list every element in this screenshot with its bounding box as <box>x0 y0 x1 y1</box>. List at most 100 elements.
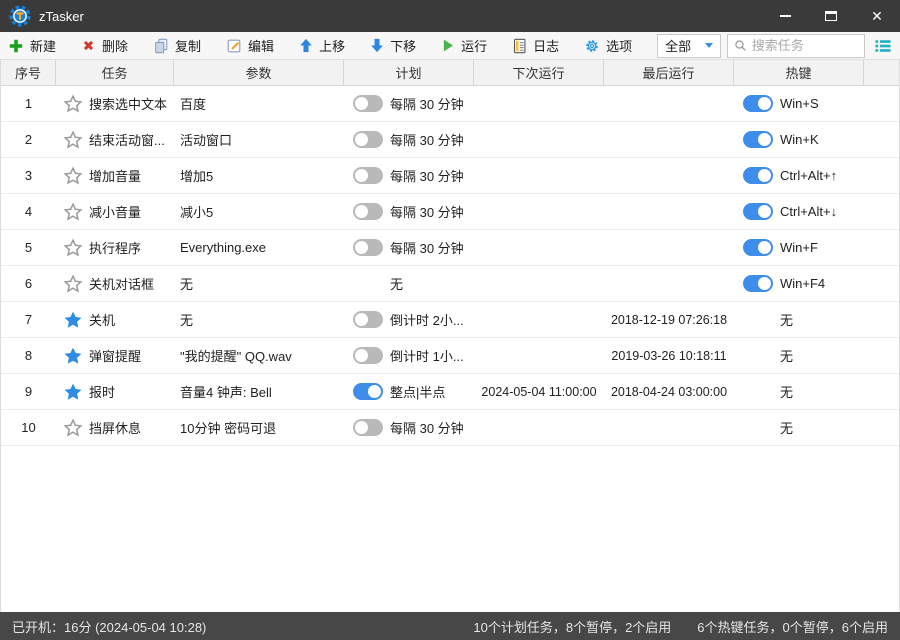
next-run <box>474 302 604 337</box>
hotkey-toggle[interactable] <box>743 239 773 256</box>
maximize-button[interactable] <box>808 0 854 32</box>
schedule-toggle[interactable] <box>353 311 383 328</box>
maximize-icon <box>825 11 837 21</box>
schedule-toggle[interactable] <box>353 383 383 400</box>
hotkey-label: Win+K <box>780 132 819 147</box>
hotkey-label: Win+S <box>780 96 819 111</box>
schedule-cell: 每隔 30 分钟 <box>344 410 474 445</box>
copy-task-button[interactable]: 复制 <box>153 36 201 55</box>
next-run <box>474 338 604 373</box>
minimize-button[interactable] <box>762 0 808 32</box>
schedule-toggle[interactable] <box>353 131 383 148</box>
last-run: 2018-04-24 03:00:00 <box>610 384 728 399</box>
close-button[interactable]: ✕ <box>854 0 900 32</box>
delete-task-button[interactable]: 删除 <box>81 36 128 55</box>
table-row-9[interactable]: 9 报时 音量4 钟声: Bell 整点|半点 2024-05-04 11:00… <box>1 374 899 410</box>
header-hotkey[interactable]: 热键 <box>734 60 864 85</box>
row-number: 1 <box>24 96 33 111</box>
star-outline-icon[interactable] <box>63 417 83 438</box>
schedule-toggle[interactable] <box>353 419 383 436</box>
move-up-button[interactable]: 上移 <box>299 36 345 55</box>
edit-task-button[interactable]: 编辑 <box>226 36 274 55</box>
header-last-run[interactable]: 最后运行 <box>604 60 734 85</box>
hotkey-label: Ctrl+Alt+↑ <box>780 168 838 183</box>
schedule-toggle[interactable] <box>353 239 383 256</box>
header-filler <box>864 60 899 85</box>
table-row-8[interactable]: 8 弹窗提醒 "我的提醒" QQ.wav 倒计时 1小... 2019-03-2… <box>1 338 899 374</box>
star-outline-icon[interactable] <box>63 237 83 258</box>
next-run <box>474 410 604 445</box>
header-next-run[interactable]: 下次运行 <box>474 60 604 85</box>
header-task[interactable]: 任务 <box>56 60 174 85</box>
table-row-2[interactable]: 2 结束活动窗... 活动窗口 每隔 30 分钟 Win+K <box>1 122 899 158</box>
task-name: 报时 <box>89 385 116 400</box>
schedule-label: 无 <box>390 277 404 292</box>
hotkey-cell: Win+F <box>734 230 864 265</box>
table-row-3[interactable]: 3 增加音量 增加5 每隔 30 分钟 Ctrl+Alt+↑ <box>1 158 899 194</box>
star-outline-icon[interactable] <box>63 201 83 222</box>
task-params: Everything.exe <box>180 240 266 255</box>
hotkey-toggle[interactable] <box>743 167 773 184</box>
star-outline-icon[interactable] <box>63 165 83 186</box>
last-run <box>604 122 734 157</box>
toggle-knob <box>758 241 771 254</box>
task-name: 减小音量 <box>89 205 142 220</box>
hotkey-toggle[interactable] <box>743 203 773 220</box>
row-number: 10 <box>21 420 36 435</box>
toggle-knob <box>758 205 771 218</box>
schedule-label: 整点|半点 <box>390 385 446 400</box>
toggle-knob <box>355 349 368 362</box>
new-task-label: 新建 <box>30 39 57 54</box>
next-run: 2024-05-04 11:00:00 <box>481 384 597 399</box>
hotkey-toggle[interactable] <box>743 95 773 112</box>
move-down-button[interactable]: 下移 <box>370 36 416 55</box>
toggle-knob <box>758 133 771 146</box>
hotkey-label: Win+F <box>780 240 818 255</box>
row-number: 3 <box>24 168 33 183</box>
task-cell: 弹窗提醒 <box>56 338 174 373</box>
arrow-up-icon <box>300 38 312 53</box>
hotkey-cell: Win+S <box>734 86 864 121</box>
table-row-7[interactable]: 7 关机 无 倒计时 2小... 2018-12-19 07:26:18 无 <box>1 302 899 338</box>
row-number: 9 <box>24 384 33 399</box>
star-filled-icon[interactable] <box>63 310 83 330</box>
table-row-5[interactable]: 5 执行程序 Everything.exe 每隔 30 分钟 Win+F <box>1 230 899 266</box>
options-button[interactable]: 选项 <box>584 36 632 55</box>
hotkey-toggle[interactable] <box>743 275 773 292</box>
schedule-label: 每隔 30 分钟 <box>390 133 464 148</box>
last-run: 2018-12-19 07:26:18 <box>610 312 728 327</box>
task-cell: 减小音量 <box>56 194 174 229</box>
star-filled-icon[interactable] <box>63 382 83 402</box>
list-icon <box>875 39 891 52</box>
hotkey-cell: 无 <box>734 302 864 337</box>
star-outline-icon[interactable] <box>63 129 83 150</box>
filter-dropdown[interactable]: 全部 <box>657 33 721 58</box>
task-params: 10分钟 密码可退 <box>180 421 277 436</box>
hotkey-cell: Win+K <box>734 122 864 157</box>
hotkey-label: 无 <box>780 349 794 364</box>
new-task-button[interactable]: 新建 <box>8 36 56 55</box>
schedule-toggle[interactable] <box>353 203 383 220</box>
table-row-6[interactable]: 6 关机对话框 无 无 Win+F4 <box>1 266 899 302</box>
schedule-toggle[interactable] <box>353 347 383 364</box>
star-outline-icon[interactable] <box>63 93 83 114</box>
task-cell: 关机对话框 <box>56 266 174 301</box>
row-number: 2 <box>24 132 33 147</box>
task-cell: 执行程序 <box>56 230 174 265</box>
view-list-button[interactable] <box>874 38 892 54</box>
run-task-button[interactable]: 运行 <box>441 36 487 55</box>
schedule-task-summary: 10个计划任务，8个暂停，2个启用 <box>473 619 672 635</box>
header-schedule[interactable]: 计划 <box>344 60 474 85</box>
header-params[interactable]: 参数 <box>174 60 344 85</box>
table-row-10[interactable]: 10 挡屏休息 10分钟 密码可退 每隔 30 分钟 无 <box>1 410 899 446</box>
header-number[interactable]: 序号 <box>1 60 56 85</box>
schedule-toggle[interactable] <box>353 95 383 112</box>
star-filled-icon[interactable] <box>63 346 83 366</box>
log-button[interactable]: 日志 <box>512 36 559 55</box>
star-outline-icon[interactable] <box>63 273 83 294</box>
table-row-4[interactable]: 4 减小音量 减小5 每隔 30 分钟 Ctrl+Alt+↓ <box>1 194 899 230</box>
hotkey-toggle[interactable] <box>743 131 773 148</box>
search-input[interactable] <box>751 38 858 53</box>
table-row-1[interactable]: 1 搜索选中文本 百度 每隔 30 分钟 Win+S <box>1 86 899 122</box>
schedule-toggle[interactable] <box>353 167 383 184</box>
